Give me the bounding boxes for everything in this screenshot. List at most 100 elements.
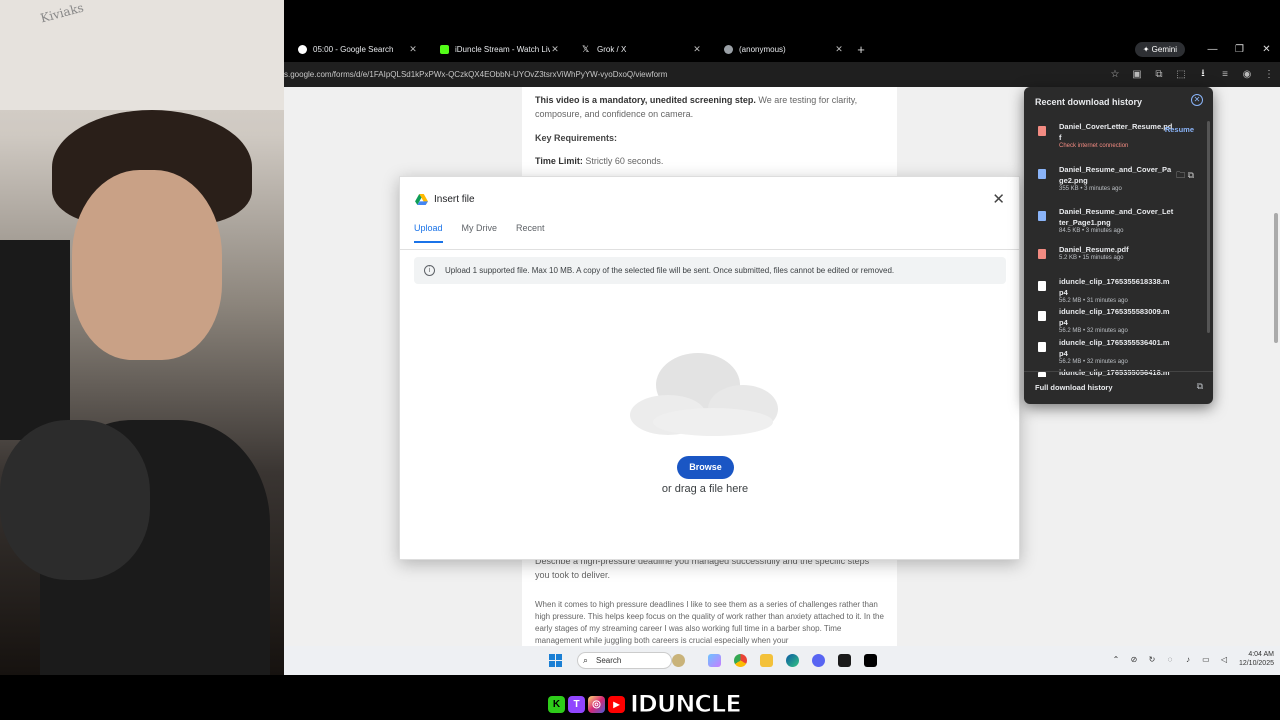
taskbar-search[interactable]: ⌕ Search: [577, 652, 672, 669]
widgets-icon[interactable]: [672, 654, 685, 667]
tab-grok[interactable]: 𝕏 Grok / X ✕: [568, 36, 710, 62]
download-meta: 56.2 MB • 32 minutes ago: [1059, 359, 1128, 365]
folder-open-icon[interactable]: 🗀 ⧉: [1176, 168, 1194, 184]
capcut-icon[interactable]: [864, 654, 877, 667]
download-filename: iduncle_clip_1765355536401.mp4: [1059, 338, 1170, 358]
insert-file-dialog: Insert file ✕ Upload My Drive Recent i U…: [399, 176, 1020, 560]
download-meta: 5.2 KB • 15 minutes ago: [1059, 255, 1124, 261]
bookmark-star-icon[interactable]: ☆: [1104, 69, 1126, 80]
clock[interactable]: 4:04 AM 12/10/2025: [1239, 650, 1274, 668]
resume-button[interactable]: Resume: [1165, 125, 1194, 134]
tab-title: 05:00 - Google Search: [313, 44, 394, 54]
wifi-icon[interactable]: ◌: [1161, 655, 1179, 664]
profile-icon[interactable]: ◉: [1236, 69, 1258, 80]
time-value: Strictly 60 seconds.: [585, 156, 664, 166]
download-item[interactable]: Daniel_CoverLetter_Resume.pdf Check inter…: [1034, 121, 1202, 161]
close-window-button[interactable]: ✕: [1253, 44, 1280, 55]
new-tab-button[interactable]: +: [852, 42, 870, 57]
download-item[interactable]: iduncle_clip_1765355056418.mp4: [1034, 367, 1202, 377]
window-controls: ✦ Gemini — ❐ ✕: [1134, 36, 1280, 62]
file-explorer-icon[interactable]: [760, 654, 773, 667]
restore-button[interactable]: ❐: [1226, 44, 1253, 55]
close-icon[interactable]: ✕: [408, 44, 418, 55]
download-filename: Daniel_Resume_and_Cover_Page2.png: [1059, 165, 1172, 185]
network-off-icon[interactable]: ⊘: [1125, 655, 1143, 664]
copilot-icon[interactable]: [708, 654, 721, 667]
clock-date: 12/10/2025: [1238, 660, 1274, 667]
dialog-title: Insert file: [434, 194, 475, 205]
discord-icon[interactable]: [812, 654, 825, 667]
open-external-icon[interactable]: ⧉: [1197, 381, 1203, 392]
volume-icon[interactable]: ◁: [1215, 655, 1233, 664]
downloads-title: Recent download history: [1035, 97, 1143, 107]
minimize-button[interactable]: —: [1199, 44, 1226, 55]
microphone: [0, 420, 150, 580]
download-filename: Daniel_Resume.pdf: [1059, 245, 1129, 254]
stream-banner: K T ◎ ▶ IDUNCLE: [548, 690, 743, 719]
download-icon[interactable]: ⭳: [1192, 66, 1214, 83]
dialog-tabs: Upload My Drive Recent: [414, 223, 564, 243]
tab-google-search[interactable]: 05:00 - Google Search ✕: [284, 36, 426, 62]
browse-button[interactable]: Browse: [677, 456, 734, 479]
system-tray: ⌃ ⊘ ↻ ◌ ♪ ▭ ◁ 4:04 AM 12/10/2025: [1107, 650, 1274, 668]
chrome-icon[interactable]: [734, 654, 747, 667]
windows-start-icon[interactable]: [549, 654, 563, 668]
url-field[interactable]: s.google.com/forms/d/e/1FAIpQLSd1kPxPWx-…: [284, 70, 1104, 79]
cast-icon[interactable]: ⬚: [1170, 69, 1192, 80]
download-filename: iduncle_clip_1765355618338.mp4: [1059, 277, 1170, 297]
address-bar: s.google.com/forms/d/e/1FAIpQLSd1kPxPWx-…: [284, 62, 1280, 87]
download-filename: Daniel_CoverLetter_Resume.pdf: [1059, 122, 1173, 142]
media-icon[interactable]: ≡: [1214, 69, 1236, 80]
microphone-icon[interactable]: ♪: [1179, 655, 1197, 664]
close-icon[interactable]: ✕: [992, 190, 1005, 208]
info-icon: i: [424, 265, 435, 276]
menu-icon[interactable]: ⋮: [1258, 69, 1280, 80]
download-filename: iduncle_clip_1765355583009.mp4: [1059, 307, 1170, 327]
time-limit: Time Limit: Strictly 60 seconds.: [535, 154, 663, 168]
search-icon: ⌕: [583, 655, 589, 665]
scrollbar-thumb[interactable]: [1274, 213, 1278, 343]
kick-app-icon[interactable]: [838, 654, 851, 667]
close-icon[interactable]: ✕: [834, 44, 844, 55]
download-meta: Check internet connection: [1059, 143, 1129, 149]
full-download-history-link[interactable]: Full download history: [1035, 383, 1113, 392]
tab-iduncle-stream[interactable]: iDuncle Stream - Watch Live on ✕: [426, 36, 568, 62]
divider: [400, 249, 1019, 250]
intro-text: This video is a mandatory, unedited scre…: [535, 93, 880, 121]
download-item[interactable]: Daniel_Resume_and_Cover_Letter_Page1.png…: [1034, 206, 1202, 246]
key-requirements: Key Requirements:: [535, 133, 618, 143]
page-scrollbar[interactable]: [1272, 87, 1280, 646]
puzzle-icon[interactable]: ⧉: [1148, 69, 1170, 80]
gemini-label: Gemini: [1151, 44, 1177, 54]
browser-window: 05:00 - Google Search ✕ iDuncle Stream -…: [284, 36, 1280, 646]
page-content: This video is a mandatory, unedited scre…: [284, 87, 1280, 646]
tab-title: Grok / X: [597, 44, 627, 54]
twitch-social-icon: T: [568, 695, 585, 713]
extension-icon[interactable]: ▣: [1126, 69, 1148, 80]
edge-icon[interactable]: [786, 654, 799, 667]
tab-anonymous[interactable]: (anonymous) ✕: [710, 36, 852, 62]
download-meta: 56.2 MB • 31 minutes ago: [1059, 298, 1128, 304]
gemini-button[interactable]: ✦ Gemini: [1134, 41, 1185, 57]
tab-upload[interactable]: Upload: [414, 223, 443, 243]
download-failed-icon: [1038, 126, 1046, 136]
streamer-handle: IDUNCLE: [630, 690, 743, 719]
divider: [1024, 371, 1213, 372]
sync-icon[interactable]: ↻: [1143, 655, 1161, 664]
close-icon[interactable]: ✕: [692, 44, 702, 55]
google-icon: [298, 44, 307, 54]
downloads-scrollbar[interactable]: [1207, 121, 1210, 333]
tab-recent[interactable]: Recent: [516, 223, 545, 243]
chevron-up-icon[interactable]: ⌃: [1107, 655, 1125, 664]
answer-textarea[interactable]: When it comes to high pressure deadlines…: [535, 599, 887, 646]
close-icon[interactable]: ✕: [550, 44, 560, 55]
streamer-face: [72, 170, 222, 360]
kick-icon: [440, 44, 449, 54]
tab-title: iDuncle Stream - Watch Live on: [455, 44, 550, 54]
display-icon[interactable]: ▭: [1197, 655, 1215, 664]
downloads-panel: Recent download history ✕ Daniel_CoverLe…: [1024, 87, 1213, 404]
download-item[interactable]: Daniel_Resume_and_Cover_Page2.png 355 KB …: [1034, 164, 1202, 204]
screen: Kiviaks 05:00 - Google Search ✕ iDuncle …: [0, 0, 1280, 720]
tab-my-drive[interactable]: My Drive: [462, 223, 498, 243]
close-icon[interactable]: ✕: [1191, 94, 1203, 106]
